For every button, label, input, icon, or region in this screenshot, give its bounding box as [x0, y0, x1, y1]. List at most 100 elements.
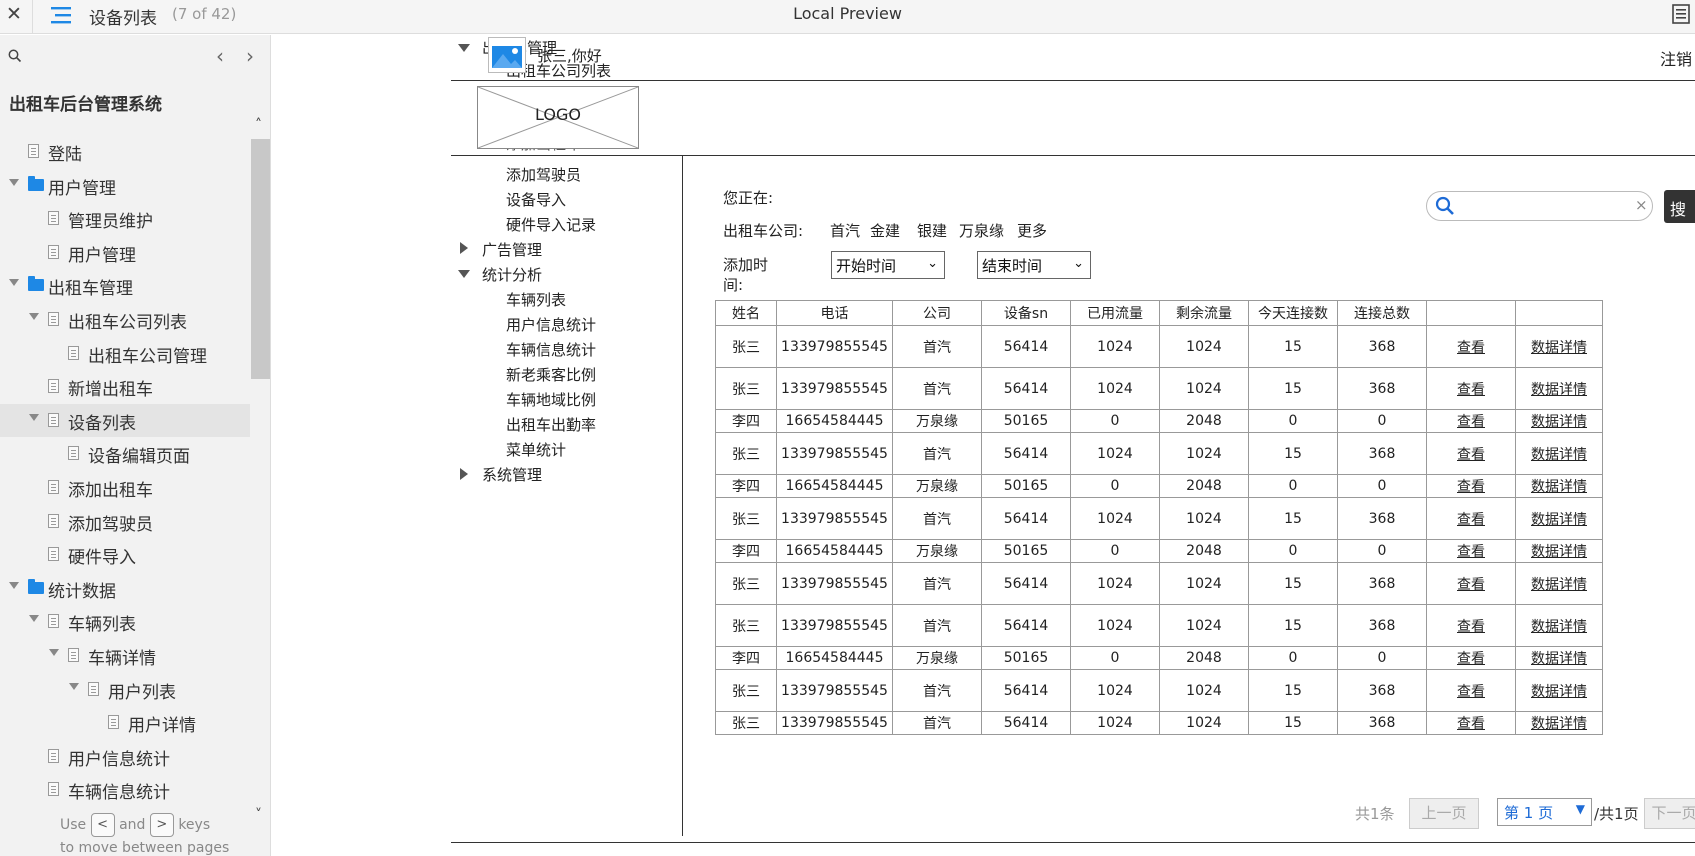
nav-stats-item[interactable]: 车辆信息统计	[506, 339, 596, 360]
sidebar-item[interactable]: 用户管理	[0, 169, 250, 203]
expand-triangle-icon[interactable]	[9, 581, 19, 589]
detail-link-cell[interactable]: 数据详情	[1515, 669, 1603, 712]
data-detail-link[interactable]: 数据详情	[1531, 512, 1587, 528]
expand-triangle-icon[interactable]	[9, 279, 19, 287]
company-link[interactable]: 首汽	[830, 220, 860, 241]
sidebar-item[interactable]: 硬件导入	[0, 538, 250, 572]
detail-link-cell[interactable]: 数据详情	[1515, 367, 1603, 410]
sidebar-item[interactable]: 车辆信息统计	[0, 773, 250, 807]
view-link[interactable]: 查看	[1457, 619, 1485, 635]
detail-link-cell[interactable]: 数据详情	[1515, 562, 1603, 605]
nav-stats-item[interactable]: 车辆列表	[506, 289, 566, 310]
expand-triangle-icon[interactable]	[9, 178, 19, 186]
detail-link-cell[interactable]: 数据详情	[1515, 646, 1603, 670]
sidebar-scrollbar[interactable]: ˄ ˅	[251, 117, 270, 823]
view-link-cell[interactable]: 查看	[1426, 409, 1516, 433]
nav-device-import[interactable]: 设备导入	[506, 189, 566, 210]
search-button[interactable]: 搜索	[1664, 190, 1695, 243]
next-page-btn[interactable]: 下一页	[1644, 798, 1695, 829]
nav-sys-mgmt[interactable]: 系统管理	[482, 464, 542, 485]
company-link[interactable]: 银建	[917, 220, 947, 241]
sidebar-item[interactable]: 出租车管理	[0, 269, 250, 303]
scroll-down-icon[interactable]: ˅	[255, 807, 262, 823]
company-more-link[interactable]: 更多	[1017, 220, 1047, 241]
sidebar-item[interactable]: 出租车公司管理	[0, 337, 250, 371]
data-detail-link[interactable]: 数据详情	[1531, 651, 1587, 667]
view-link-cell[interactable]: 查看	[1426, 367, 1516, 410]
nav-ad-mgmt[interactable]: 广告管理	[482, 239, 542, 260]
expand-triangle-icon[interactable]	[69, 682, 79, 690]
sidebar-item[interactable]: 车辆详情	[0, 639, 250, 673]
view-link-cell[interactable]: 查看	[1426, 474, 1516, 498]
search-input[interactable]: ×	[1426, 191, 1653, 221]
sidebar-item[interactable]: 用户管理	[0, 236, 250, 270]
detail-link-cell[interactable]: 数据详情	[1515, 432, 1603, 475]
view-link-cell[interactable]: 查看	[1426, 562, 1516, 605]
nav-stats[interactable]: 统计分析	[482, 264, 542, 285]
view-link-cell[interactable]: 查看	[1426, 646, 1516, 670]
data-detail-link[interactable]: 数据详情	[1531, 479, 1587, 495]
data-detail-link[interactable]: 数据详情	[1531, 447, 1587, 463]
view-link[interactable]: 查看	[1457, 382, 1485, 398]
start-time-select[interactable]: 开始时间 ⌄	[831, 251, 945, 279]
nav-stats-item[interactable]: 车辆地域比例	[506, 389, 596, 410]
view-link[interactable]: 查看	[1457, 479, 1485, 495]
sitemap-menu-icon[interactable]	[50, 4, 72, 26]
nav-expand-icon[interactable]	[460, 468, 468, 480]
nav-expand-icon[interactable]	[460, 242, 468, 254]
sidebar-item[interactable]: 车辆列表	[0, 605, 250, 639]
notes-icon[interactable]	[1672, 4, 1690, 24]
view-link[interactable]: 查看	[1457, 447, 1485, 463]
nav-add-driver[interactable]: 添加驾驶员	[506, 164, 581, 185]
nav-stats-item[interactable]: 新老乘客比例	[506, 364, 596, 385]
view-link[interactable]: 查看	[1457, 651, 1485, 667]
data-detail-link[interactable]: 数据详情	[1531, 414, 1587, 430]
view-link[interactable]: 查看	[1457, 716, 1485, 732]
scroll-up-icon[interactable]: ˄	[255, 117, 262, 133]
data-detail-link[interactable]: 数据详情	[1531, 544, 1587, 560]
sidebar-item[interactable]: 设备编辑页面	[0, 437, 250, 471]
expand-triangle-icon[interactable]	[29, 615, 39, 623]
sidebar-item[interactable]: 出租车公司列表	[0, 303, 250, 337]
detail-link-cell[interactable]: 数据详情	[1515, 474, 1603, 498]
view-link-cell[interactable]: 查看	[1426, 711, 1516, 735]
nav-stats-item[interactable]: 用户信息统计	[506, 314, 596, 335]
expand-triangle-icon[interactable]	[29, 413, 39, 421]
view-link[interactable]: 查看	[1457, 414, 1485, 430]
view-link[interactable]: 查看	[1457, 684, 1485, 700]
sidebar-item[interactable]: 用户信息统计	[0, 740, 250, 774]
data-detail-link[interactable]: 数据详情	[1531, 577, 1587, 593]
detail-link-cell[interactable]: 数据详情	[1515, 604, 1603, 647]
detail-link-cell[interactable]: 数据详情	[1515, 325, 1603, 368]
logout-link[interactable]: 注销	[1660, 46, 1692, 70]
data-detail-link[interactable]: 数据详情	[1531, 619, 1587, 635]
view-link[interactable]: 查看	[1457, 544, 1485, 560]
detail-link-cell[interactable]: 数据详情	[1515, 497, 1603, 540]
prev-page-btn[interactable]: 上一页	[1409, 798, 1479, 829]
view-link-cell[interactable]: 查看	[1426, 497, 1516, 540]
sidebar-item[interactable]: 登陆	[0, 135, 250, 169]
view-link[interactable]: 查看	[1457, 512, 1485, 528]
data-detail-link[interactable]: 数据详情	[1531, 684, 1587, 700]
nav-stats-item[interactable]: 出租车出勤率	[506, 414, 596, 435]
view-link-cell[interactable]: 查看	[1426, 539, 1516, 563]
detail-link-cell[interactable]: 数据详情	[1515, 711, 1603, 735]
view-link-cell[interactable]: 查看	[1426, 325, 1516, 368]
sidebar-item[interactable]: 添加驾驶员	[0, 505, 250, 539]
data-detail-link[interactable]: 数据详情	[1531, 716, 1587, 732]
page-select[interactable]: 第 1 页 ▼	[1497, 798, 1592, 826]
nav-stats-item[interactable]: 菜单统计	[506, 439, 566, 460]
detail-link-cell[interactable]: 数据详情	[1515, 409, 1603, 433]
sidebar-item[interactable]: 用户列表	[0, 673, 250, 707]
end-time-select[interactable]: 结束时间 ⌄	[977, 251, 1091, 279]
sidebar-item[interactable]: 新增出租车	[0, 370, 250, 404]
nav-hw-import-records[interactable]: 硬件导入记录	[506, 214, 596, 235]
scrollbar-thumb[interactable]	[251, 139, 270, 379]
nav-collapse-icon[interactable]	[458, 270, 470, 278]
nav-collapse-icon[interactable]	[458, 44, 470, 52]
company-link[interactable]: 金建	[870, 220, 900, 241]
data-detail-link[interactable]: 数据详情	[1531, 382, 1587, 398]
view-link[interactable]: 查看	[1457, 577, 1485, 593]
next-page-button[interactable]: ›	[246, 44, 254, 68]
sidebar-item[interactable]: 设备列表	[0, 403, 250, 438]
